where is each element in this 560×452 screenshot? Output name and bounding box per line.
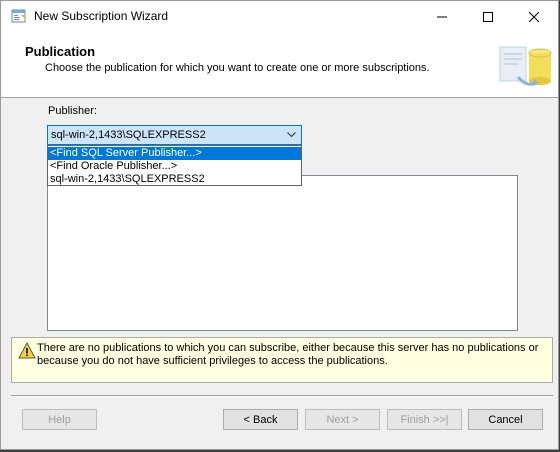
publisher-option-find-sql-server[interactable]: <Find SQL Server Publisher...> [48, 147, 301, 160]
button-separator [11, 395, 553, 397]
wizard-window: New Subscription Wizard Publication Choo… [0, 0, 559, 450]
page-subtitle: Choose the publication for which you wan… [45, 62, 430, 74]
info-message-text: There are no publications to which you c… [37, 342, 539, 367]
close-icon [529, 11, 539, 22]
chevron-down-icon [287, 132, 296, 138]
minimize-icon [437, 16, 447, 17]
warning-icon [18, 342, 36, 359]
back-button[interactable]: < Back [223, 409, 298, 430]
help-button[interactable]: Help [22, 409, 97, 430]
publisher-selected-value: sql-win-2,1433\SQLEXPRESS2 [51, 129, 206, 141]
publisher-label: Publisher: [48, 105, 97, 117]
wizard-header: Publication Choose the publication for w… [1, 32, 558, 98]
publications-list[interactable] [47, 175, 518, 331]
close-button[interactable] [511, 1, 557, 32]
page-title: Publication [25, 44, 96, 59]
wizard-app-icon [11, 9, 26, 23]
info-message-box: There are no publications to which you c… [11, 337, 553, 383]
cancel-button[interactable]: Cancel [468, 409, 543, 430]
maximize-icon [483, 11, 493, 22]
finish-button[interactable]: Finish >>| [387, 409, 462, 430]
maximize-button[interactable] [465, 1, 511, 32]
publisher-combobox[interactable]: sql-win-2,1433\SQLEXPRESS2 [47, 125, 302, 145]
publisher-option-sql-win-2[interactable]: sql-win-2,1433\SQLEXPRESS2 [48, 173, 301, 186]
minimize-button[interactable] [419, 1, 465, 32]
next-button[interactable]: Next > [305, 409, 380, 430]
window-title: New Subscription Wizard [34, 9, 169, 23]
title-bar[interactable]: New Subscription Wizard [1, 1, 558, 32]
publisher-option-find-oracle[interactable]: <Find Oracle Publisher...> [48, 160, 301, 173]
database-publication-icon [499, 46, 552, 86]
publisher-dropdown-list[interactable]: <Find SQL Server Publisher...> <Find Ora… [47, 145, 302, 186]
